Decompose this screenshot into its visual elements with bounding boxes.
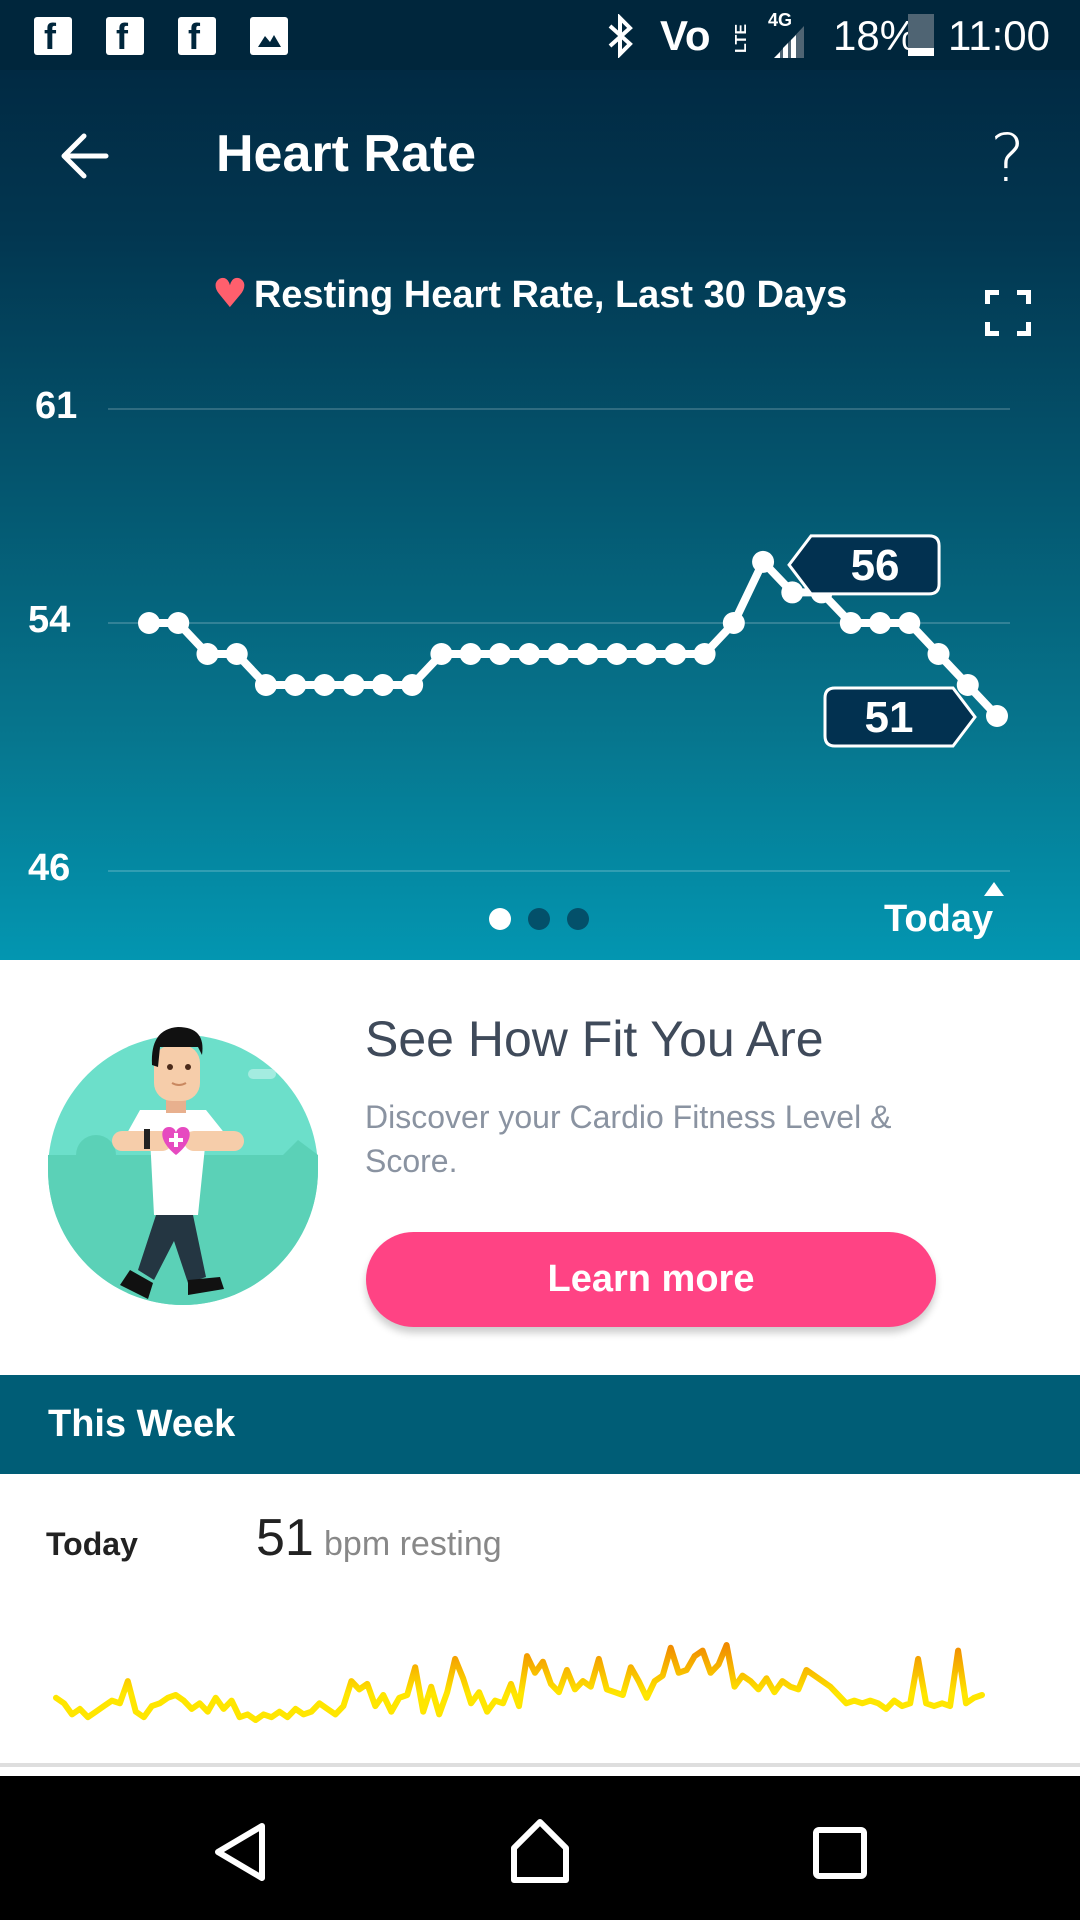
resting-hr-unit: bpm resting bbox=[324, 1525, 502, 1563]
data-point[interactable] bbox=[547, 643, 570, 665]
back-nav-icon[interactable] bbox=[212, 1822, 268, 1882]
pager-dot-active[interactable] bbox=[489, 908, 511, 930]
data-point[interactable] bbox=[664, 643, 687, 665]
data-point[interactable] bbox=[459, 643, 482, 665]
data-point[interactable] bbox=[839, 612, 862, 634]
today-axis-label: Today bbox=[884, 898, 994, 940]
promo-description: Discover your Cardio Fitness Level & Sco… bbox=[365, 1099, 892, 1179]
data-point[interactable] bbox=[986, 705, 1008, 727]
recents-nav-icon[interactable] bbox=[812, 1826, 868, 1880]
data-point[interactable] bbox=[342, 674, 365, 696]
data-point[interactable] bbox=[518, 643, 541, 665]
data-point[interactable] bbox=[752, 550, 775, 573]
resting-hr-value: 51 bbox=[256, 1509, 314, 1567]
data-point[interactable] bbox=[167, 612, 190, 634]
data-point[interactable] bbox=[605, 643, 628, 665]
data-point[interactable] bbox=[869, 612, 892, 634]
data-point[interactable] bbox=[313, 674, 336, 696]
data-point[interactable] bbox=[781, 581, 804, 604]
home-nav-icon[interactable] bbox=[508, 1818, 572, 1884]
data-point[interactable] bbox=[138, 612, 160, 634]
today-marker-icon bbox=[984, 882, 1004, 896]
data-point[interactable] bbox=[254, 674, 277, 696]
badge-value: 56 bbox=[851, 541, 900, 590]
data-point[interactable] bbox=[956, 674, 979, 696]
data-point[interactable] bbox=[488, 643, 511, 665]
max-value-badge: 56 bbox=[787, 534, 941, 596]
day-label: Today bbox=[46, 1526, 138, 1562]
data-point[interactable] bbox=[898, 612, 921, 634]
learn-more-button[interactable]: Learn more bbox=[366, 1232, 936, 1327]
data-point[interactable] bbox=[401, 674, 424, 696]
pager-dot[interactable] bbox=[567, 908, 589, 930]
cardio-fitness-illustration bbox=[48, 1027, 318, 1305]
system-nav-bar bbox=[0, 1776, 1080, 1920]
intraday-heart-rate-sparkline bbox=[53, 1642, 985, 1723]
pager-dot[interactable] bbox=[528, 908, 550, 930]
this-week-title: This Week bbox=[48, 1403, 236, 1445]
promo-title: See How Fit You Are bbox=[365, 1011, 824, 1067]
data-point[interactable] bbox=[635, 643, 658, 665]
data-point[interactable] bbox=[371, 674, 394, 696]
data-point[interactable] bbox=[225, 643, 248, 665]
data-point[interactable] bbox=[927, 643, 950, 665]
data-point[interactable] bbox=[693, 643, 716, 665]
list-divider bbox=[0, 1763, 1080, 1767]
data-point[interactable] bbox=[722, 612, 745, 634]
data-point[interactable] bbox=[196, 643, 219, 665]
badge-value: 51 bbox=[865, 693, 914, 742]
sparkline-path bbox=[53, 1642, 985, 1723]
data-point[interactable] bbox=[576, 643, 599, 665]
latest-value-badge: 51 bbox=[823, 686, 977, 748]
data-point[interactable] bbox=[284, 674, 307, 696]
resting-hr-chart[interactable]: 56 51 bbox=[0, 0, 1080, 960]
data-point[interactable] bbox=[430, 643, 453, 665]
